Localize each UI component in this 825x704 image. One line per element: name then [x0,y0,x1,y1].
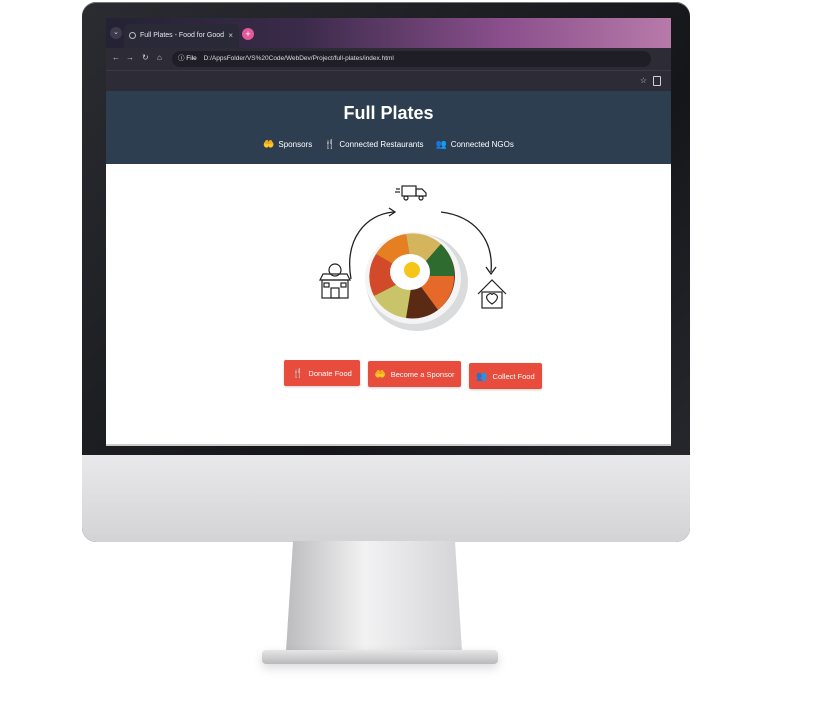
home-icon[interactable]: ⌂ [157,53,162,62]
file-info-chip[interactable]: ⓘ File [178,55,197,62]
site-nav: 🤲 Sponsors 🍴 Connected Restaurants 👥 Connec… [106,139,671,150]
nav-connected-ngos[interactable]: 👥 Connected NGOs [435,139,513,150]
collect-food-button[interactable]: 👥 Collect Food [469,363,542,389]
home-heart-icon [477,279,507,309]
donate-food-button[interactable]: 🍴 Donate Food [284,360,360,386]
button-label: Donate Food [308,369,352,378]
site-header: Full Plates 🤲 Sponsors 🍴 Connected Restaur… [106,91,671,164]
monitor-stand [286,541,462,651]
tab-search-icon[interactable]: ⌄ [110,27,122,39]
bookmarks-bar: ☆ [106,70,671,91]
button-label: Become a Sponsor [390,370,455,379]
forward-icon[interactable]: → [126,53,134,62]
address-bar[interactable]: ⓘ File D:/AppsFolder/VS%20Code/WebDev/Pr… [172,51,651,67]
new-tab-button[interactable]: + [242,28,254,40]
hand-holding-icon: 🤲 [374,369,386,379]
globe-icon [129,32,136,39]
users-icon: 👥 [476,371,488,381]
utensils-icon: 🍴 [292,368,304,378]
back-icon[interactable]: ← [112,53,120,62]
monitor-base [262,650,498,664]
food-cycle-illustration [319,185,507,331]
button-label: Collect Food [492,372,535,381]
browser-toolbar: ← → ↻ ⌂ ⓘ File D:/AppsFolder/VS%20Code/W… [106,48,671,70]
close-tab-icon[interactable]: × [228,24,233,48]
users-icon: 👥 [435,139,447,149]
delivery-truck-icon [395,185,427,201]
screen-edge [106,444,671,446]
tab-title: Full Plates - Food for Good [140,32,225,39]
hero-section: 🍴 Donate Food 🤲 Become a Sponsor 👥 Collect … [106,164,671,414]
nav-sponsors[interactable]: 🤲 Sponsors [263,139,312,150]
screen: ⌄ Full Plates - Food for Good × + ← → ↻ … [106,18,671,446]
nav-label: Sponsors [278,140,313,149]
reload-icon[interactable]: ↻ [142,53,149,62]
hand-holding-icon: 🤲 [263,139,275,149]
browser-tab-bar: ⌄ Full Plates - Food for Good × + [106,18,671,48]
nav-label: Connected Restaurants [339,140,424,149]
monitor-chin [82,455,690,542]
become-sponsor-button[interactable]: 🤲 Become a Sponsor [368,361,461,387]
page-title: Full Plates [343,103,434,123]
utensils-icon: 🍴 [324,139,336,149]
star-icon[interactable]: ☆ [640,76,647,85]
url-text: D:/AppsFolder/VS%20Code/WebDev/Project/f… [203,55,394,62]
nav-connected-restaurants[interactable]: 🍴 Connected Restaurants [324,139,423,150]
extension-icon[interactable] [653,76,661,86]
restaurant-icon [319,263,351,299]
bibimbap-bowl-image [365,232,468,331]
nav-label: Connected NGOs [450,140,514,149]
browser-tab[interactable]: Full Plates - Food for Good × [124,24,239,48]
